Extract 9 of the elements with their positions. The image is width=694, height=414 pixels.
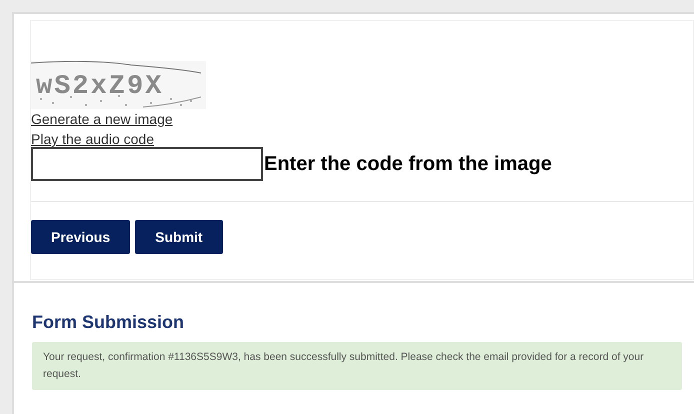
code-field-label: Enter the code from the image (264, 152, 552, 177)
code-input-field[interactable] (31, 147, 263, 181)
form-button[interactable]: Previous (31, 220, 130, 254)
captcha-link[interactable]: Play the audio code (31, 129, 154, 149)
result-heading: Form Submission (32, 311, 186, 334)
form-button[interactable]: Submit (135, 220, 223, 254)
success-alert: Your request, confirmation #1136S5S9W3, has been successfully submitted. Please check the email provided for a record of your request. (32, 342, 682, 390)
captcha-code: wS2xZ9X (36, 72, 164, 102)
captcha-link[interactable]: Generate a new image (31, 109, 173, 129)
